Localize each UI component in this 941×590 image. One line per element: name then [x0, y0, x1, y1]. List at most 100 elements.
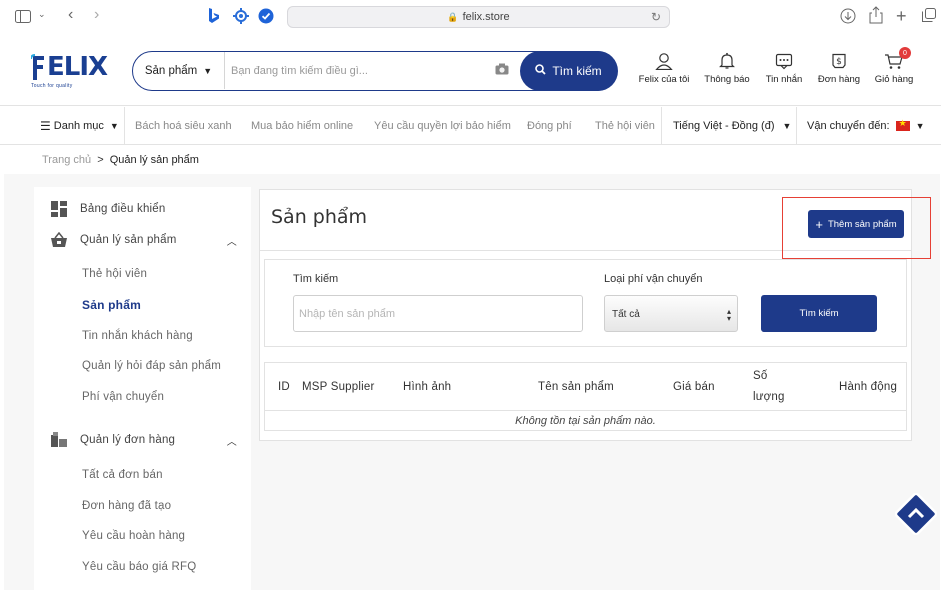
shipping-type-select[interactable]: Tất cả ▴ ▾ — [604, 295, 738, 332]
logo-wordmark: ELIX — [47, 52, 108, 82]
back-icon[interactable]: ‹ — [68, 6, 73, 24]
sidebar-item-return-requests[interactable]: Yêu cầu hoàn hàng — [34, 530, 251, 542]
new-tab-icon[interactable]: + — [896, 6, 907, 27]
lock-icon: 🔒 — [447, 11, 459, 22]
sidebar-item-products[interactable]: Sản phẩm — [34, 298, 251, 312]
nav-divider — [661, 107, 662, 145]
search-button[interactable]: Tìm kiếm — [519, 50, 618, 91]
nav-link-membership-card[interactable]: Thẻ hội viên — [595, 107, 655, 145]
felix-logo[interactable]: ELIX Touch for quality — [31, 52, 108, 89]
sidebar-item-label: Tất cả đơn bán — [82, 469, 163, 481]
vietnam-flag-icon — [895, 118, 910, 131]
column-header-label: Giá bán — [673, 380, 715, 393]
camera-icon[interactable] — [495, 63, 509, 75]
sidebar-item-created-orders[interactable]: Đơn hàng đã tạo — [34, 500, 251, 512]
sidebar-group-products[interactable]: Quản lý sản phẩm ︿ — [34, 232, 251, 248]
my-felix-button[interactable]: Felix của tôi — [636, 48, 692, 85]
svg-text:$: $ — [836, 57, 842, 67]
chevron-up-icon: ︿ — [226, 236, 237, 248]
nav-link-label: Yêu cầu quyền lợi bảo hiểm — [374, 120, 511, 132]
nav-link-insurance-claim[interactable]: Yêu cầu quyền lợi bảo hiểm — [374, 107, 511, 145]
sidebar-item-membership-card[interactable]: Thẻ hội viên — [34, 268, 251, 280]
cart-badge: 0 — [899, 47, 911, 59]
column-header-id[interactable]: ID — [278, 363, 290, 410]
filter-search-label: Tìm kiếm — [799, 308, 839, 319]
forward-icon[interactable]: › — [94, 6, 99, 24]
sidebar-group-orders[interactable]: Quản lý đơn hàng ︿ — [34, 432, 251, 448]
breadcrumb-home[interactable]: Trang chủ — [42, 154, 91, 166]
shipping-destination-select[interactable]: Vận chuyển đến: ▼ — [807, 107, 925, 145]
nav-link-label: Đóng phí — [527, 120, 572, 132]
chevron-up-icon: ︿ — [226, 436, 237, 448]
messages-button[interactable]: Tin nhắn — [762, 48, 806, 85]
search-input[interactable] — [231, 52, 486, 89]
nav-link-green-market[interactable]: Bách hoá siêu xanh — [135, 107, 232, 145]
hamburger-icon: ☰ — [40, 119, 51, 133]
messages-label: Tin nhắn — [765, 74, 803, 85]
sidebar-item-dashboard[interactable]: Bảng điều khiển — [34, 201, 251, 217]
sidebar-item-all-sales[interactable]: Tất cả đơn bán — [34, 469, 251, 481]
sidebar-group-label: Quản lý sản phẩm — [80, 234, 177, 246]
boxes-icon — [51, 432, 67, 447]
verified-check-icon[interactable] — [258, 8, 274, 24]
scroll-to-top-icon[interactable] — [895, 493, 937, 535]
orders-button[interactable]: $ Đơn hàng — [816, 48, 862, 85]
search-button-label: Tìm kiếm — [552, 63, 602, 78]
sidebar-group-label: Quản lý đơn hàng — [80, 434, 176, 446]
chevron-down-icon: ▼ — [915, 121, 925, 131]
column-header-quantity[interactable]: Số lượng — [753, 363, 795, 410]
sidebar-item-product-qa[interactable]: Quản lý hỏi đáp sản phẩm — [34, 360, 251, 372]
column-header-msp-supplier[interactable]: MSP Supplier — [302, 363, 375, 410]
search-category-select[interactable]: Sản phẩm ▼ — [133, 52, 225, 89]
column-header-label: Tên sản phẩm — [538, 380, 614, 393]
column-header-product-name[interactable]: Tên sản phẩm — [538, 363, 614, 410]
sidebar-item-label: Thẻ hội viên — [82, 268, 148, 280]
notifications-button[interactable]: Thông báo — [702, 48, 752, 85]
sidebar-item-customer-messages[interactable]: Tin nhắn khách hàng — [34, 330, 251, 342]
column-header-price[interactable]: Giá bán — [673, 363, 715, 410]
breadcrumb-current: Quản lý sản phẩm — [109, 154, 199, 166]
chevron-down-icon[interactable]: ⌄ — [38, 9, 46, 20]
shipping-destination-label: Vận chuyển đến: — [807, 120, 890, 132]
product-name-input[interactable] — [293, 295, 583, 332]
nav-divider — [796, 107, 797, 145]
dashboard-icon — [51, 201, 67, 217]
sidebar-item-rfq-requests[interactable]: Yêu cầu báo giá RFQ — [34, 561, 251, 573]
browser-toolbar: ⌄ ‹ › 🔒 felix.store ↻ + — [0, 0, 941, 34]
header-search: Sản phẩm ▼ Tìm kiếm — [132, 50, 618, 91]
sidebar-item-label: Bảng điều khiển — [80, 203, 166, 215]
column-header-image[interactable]: Hình ảnh — [403, 363, 451, 410]
sidebar-toggle-icon[interactable] — [14, 8, 32, 24]
message-icon — [762, 48, 806, 74]
my-felix-label: Felix của tôi — [638, 74, 690, 85]
reload-icon[interactable]: ↻ — [651, 10, 661, 24]
column-header-actions[interactable]: Hành động — [839, 363, 897, 410]
language-label: Tiếng Việt - Đồng (đ) — [673, 120, 775, 132]
chevron-down-icon: ▼ — [109, 121, 119, 131]
basket-icon — [51, 232, 67, 247]
download-icon[interactable] — [840, 8, 856, 24]
cart-button[interactable]: 0 Giỏ hàng — [872, 47, 916, 85]
language-select[interactable]: Tiếng Việt - Đồng (đ) ▼ — [673, 107, 791, 145]
address-bar[interactable]: 🔒 felix.store ↻ — [287, 6, 670, 28]
bing-icon[interactable] — [208, 8, 220, 24]
nav-link-pay-fee[interactable]: Đóng phí — [527, 107, 572, 145]
filter-search-button[interactable]: Tìm kiếm — [761, 295, 877, 332]
products-table-header: ID MSP Supplier Hình ảnh Tên sản phẩm Gi… — [264, 362, 907, 410]
updown-arrows-icon: ▴ ▾ — [726, 307, 731, 323]
nav-link-label: Thẻ hội viên — [595, 120, 655, 132]
extension-gear-icon[interactable] — [233, 8, 249, 24]
nav-link-buy-insurance[interactable]: Mua bảo hiểm online — [251, 107, 353, 145]
shipping-type-value: Tất cả — [612, 309, 640, 320]
search-category-label: Sản phẩm — [144, 64, 198, 77]
tabs-overview-icon[interactable] — [922, 8, 936, 22]
share-icon[interactable] — [869, 6, 883, 24]
categories-menu[interactable]: ☰ Danh mục ▼ — [40, 107, 119, 145]
sidebar-item-shipping-fee[interactable]: Phí vận chuyển — [34, 391, 251, 403]
site-header: ELIX Touch for quality Sản phẩm ▼ Tìm ki… — [0, 34, 941, 106]
user-icon — [636, 48, 692, 74]
categories-label: Danh mục — [53, 120, 104, 132]
nav-link-label: Mua bảo hiểm online — [251, 120, 354, 132]
bell-icon — [702, 48, 752, 74]
orders-label: Đơn hàng — [817, 74, 861, 85]
